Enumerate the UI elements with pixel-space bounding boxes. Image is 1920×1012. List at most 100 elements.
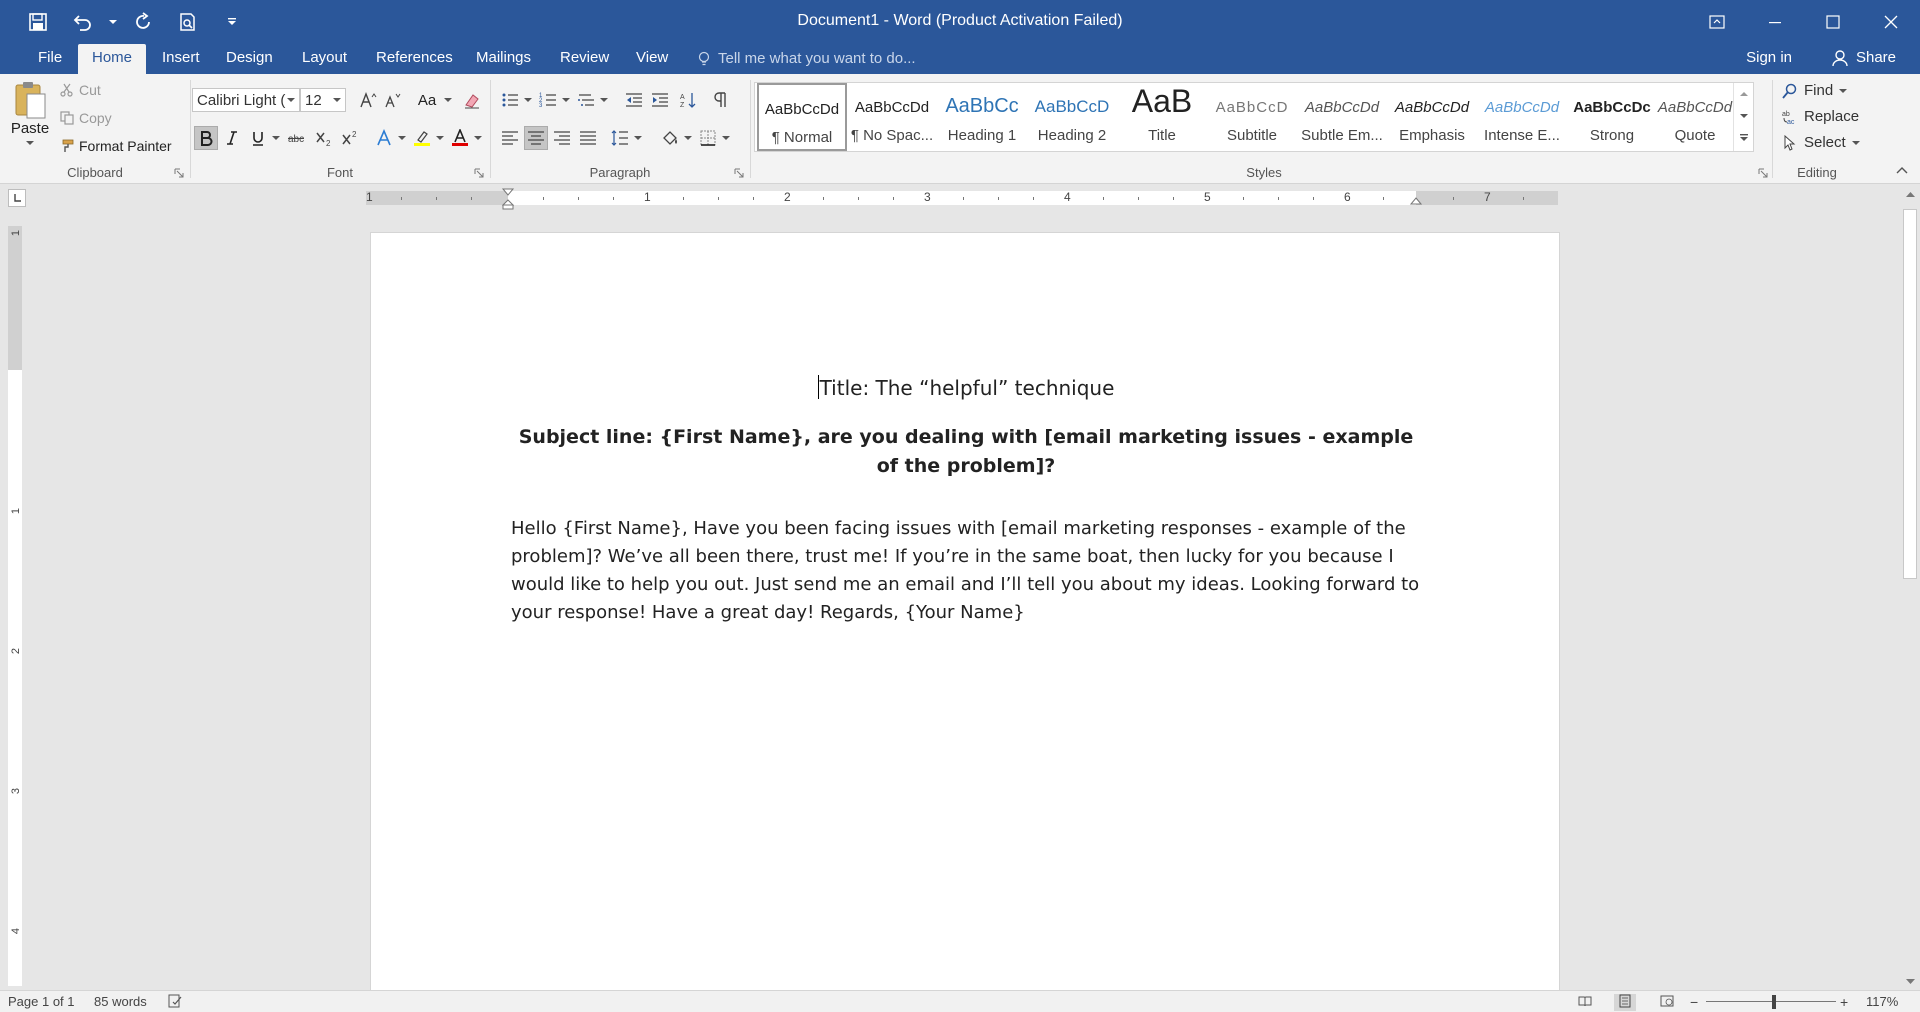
- tell-me-box[interactable]: Tell me what you want to do...: [696, 44, 916, 74]
- document-title-line[interactable]: Title: The “helpful” technique: [511, 375, 1421, 400]
- minimize-button[interactable]: [1746, 0, 1804, 44]
- shrink-font-button[interactable]: [380, 88, 404, 112]
- document-subject-line[interactable]: Subject line: {First Name}, are you deal…: [511, 423, 1421, 481]
- underline-button[interactable]: [246, 126, 270, 150]
- zoom-slider-track[interactable]: [1706, 1001, 1836, 1002]
- font-name-box[interactable]: Calibri Light (: [192, 88, 300, 112]
- zoom-in-button[interactable]: +: [1840, 994, 1848, 1010]
- ribbon-display-options-button[interactable]: [1688, 0, 1746, 44]
- styles-group-label: Styles: [1246, 165, 1282, 180]
- indent-marker[interactable]: [502, 188, 514, 210]
- subscript-button[interactable]: 2: [312, 126, 336, 150]
- strikethrough-button[interactable]: abc: [284, 126, 308, 150]
- font-dialog-launcher[interactable]: [474, 168, 484, 178]
- tell-me-placeholder: Tell me what you want to do...: [718, 50, 916, 67]
- tab-insert[interactable]: Insert: [148, 44, 214, 74]
- sign-in-link[interactable]: Sign in: [1746, 44, 1792, 72]
- text-effects-button[interactable]: [372, 126, 396, 150]
- styles-dialog-launcher[interactable]: [1758, 168, 1768, 178]
- customize-qat-button[interactable]: [212, 8, 252, 36]
- font-size-box[interactable]: 12: [300, 88, 346, 112]
- zoom-out-button[interactable]: −: [1690, 994, 1698, 1010]
- print-preview-button[interactable]: [168, 8, 208, 36]
- shading-button[interactable]: [658, 126, 682, 150]
- superscript-button[interactable]: 2: [338, 126, 362, 150]
- zoom-slider-thumb[interactable]: [1772, 995, 1776, 1009]
- web-layout-icon: [1660, 995, 1674, 1007]
- tab-mailings[interactable]: Mailings: [462, 44, 545, 74]
- undo-button[interactable]: [62, 8, 102, 36]
- copy-button[interactable]: Copy: [60, 110, 112, 126]
- multilevel-list-dropdown[interactable]: [600, 96, 608, 104]
- word-count[interactable]: 85 words: [94, 994, 147, 1009]
- scroll-up-button[interactable]: [1900, 185, 1920, 203]
- numbering-button[interactable]: 123: [536, 88, 560, 112]
- sort-button[interactable]: AZ: [676, 88, 700, 112]
- font-color-dropdown[interactable]: [474, 134, 482, 142]
- redo-button[interactable]: [124, 8, 164, 36]
- horizontal-ruler[interactable]: 1 1 2 3 4 5 6 7: [0, 185, 1900, 211]
- highlight-button[interactable]: [410, 126, 434, 150]
- align-left-button[interactable]: [498, 126, 522, 150]
- show-formatting-button[interactable]: [708, 88, 732, 112]
- paragraph-dialog-launcher[interactable]: [734, 168, 744, 178]
- borders-button[interactable]: [696, 126, 720, 150]
- borders-dropdown[interactable]: [722, 134, 730, 142]
- align-center-button[interactable]: [524, 126, 548, 150]
- cut-button[interactable]: Cut: [60, 82, 101, 98]
- document-page[interactable]: Title: The “helpful” technique Subject l…: [370, 232, 1560, 992]
- change-case-dropdown[interactable]: [444, 96, 452, 104]
- scroll-down-button[interactable]: [1900, 972, 1920, 990]
- shading-dropdown[interactable]: [684, 134, 692, 142]
- tab-view[interactable]: View: [622, 44, 682, 74]
- decrease-indent-button[interactable]: [622, 88, 646, 112]
- document-canvas[interactable]: Title: The “helpful” technique Subject l…: [30, 212, 1900, 992]
- bullets-dropdown[interactable]: [524, 96, 532, 104]
- tab-design[interactable]: Design: [212, 44, 287, 74]
- highlight-dropdown[interactable]: [436, 134, 444, 142]
- read-mode-icon: [1578, 996, 1592, 1007]
- collapse-ribbon-button[interactable]: [1896, 165, 1908, 177]
- clipboard-dialog-launcher[interactable]: [174, 168, 184, 178]
- align-right-button[interactable]: [550, 126, 574, 150]
- page-count[interactable]: Page 1 of 1: [8, 994, 75, 1009]
- right-indent-marker[interactable]: [1410, 197, 1422, 207]
- tab-review[interactable]: Review: [546, 44, 623, 74]
- paste-button[interactable]: Paste: [10, 80, 50, 147]
- zoom-level[interactable]: 117%: [1866, 994, 1898, 1009]
- font-color-button[interactable]: [448, 126, 472, 150]
- bold-button[interactable]: [194, 126, 218, 150]
- change-case-button[interactable]: Aa: [412, 88, 442, 112]
- line-spacing-dropdown[interactable]: [634, 134, 642, 142]
- multilevel-list-button[interactable]: [574, 88, 598, 112]
- print-layout-button[interactable]: [1614, 994, 1636, 1011]
- numbering-dropdown[interactable]: [562, 96, 570, 104]
- maximize-button[interactable]: [1804, 0, 1862, 44]
- vertical-scrollbar[interactable]: [1900, 185, 1920, 990]
- line-spacing-button[interactable]: [608, 126, 632, 150]
- tab-home[interactable]: Home: [78, 44, 147, 74]
- proofing-status[interactable]: [168, 994, 182, 1011]
- increase-indent-button[interactable]: [648, 88, 672, 112]
- clear-formatting-button[interactable]: [460, 88, 484, 112]
- tab-file[interactable]: File: [24, 44, 76, 74]
- tab-references[interactable]: References: [362, 44, 467, 74]
- bullets-button[interactable]: [498, 88, 522, 112]
- close-button[interactable]: [1862, 0, 1920, 44]
- save-button[interactable]: [18, 8, 58, 36]
- tab-selector[interactable]: [8, 189, 26, 207]
- format-painter-button[interactable]: Format Painter: [60, 138, 172, 154]
- document-body-paragraph[interactable]: Hello {First Name}, Have you been facing…: [511, 515, 1421, 627]
- underline-dropdown[interactable]: [272, 134, 280, 142]
- read-mode-button[interactable]: [1578, 994, 1592, 1011]
- justify-button[interactable]: [576, 126, 600, 150]
- share-button[interactable]: Share: [1832, 44, 1896, 72]
- scrollbar-thumb[interactable]: [1903, 209, 1917, 579]
- italic-button[interactable]: [220, 126, 244, 150]
- vertical-ruler[interactable]: 1 1 2 3 4: [8, 226, 22, 986]
- tab-layout[interactable]: Layout: [288, 44, 361, 74]
- undo-dropdown[interactable]: [106, 8, 120, 36]
- text-effects-dropdown[interactable]: [398, 134, 406, 142]
- grow-font-button[interactable]: [356, 88, 380, 112]
- web-layout-button[interactable]: [1660, 994, 1674, 1011]
